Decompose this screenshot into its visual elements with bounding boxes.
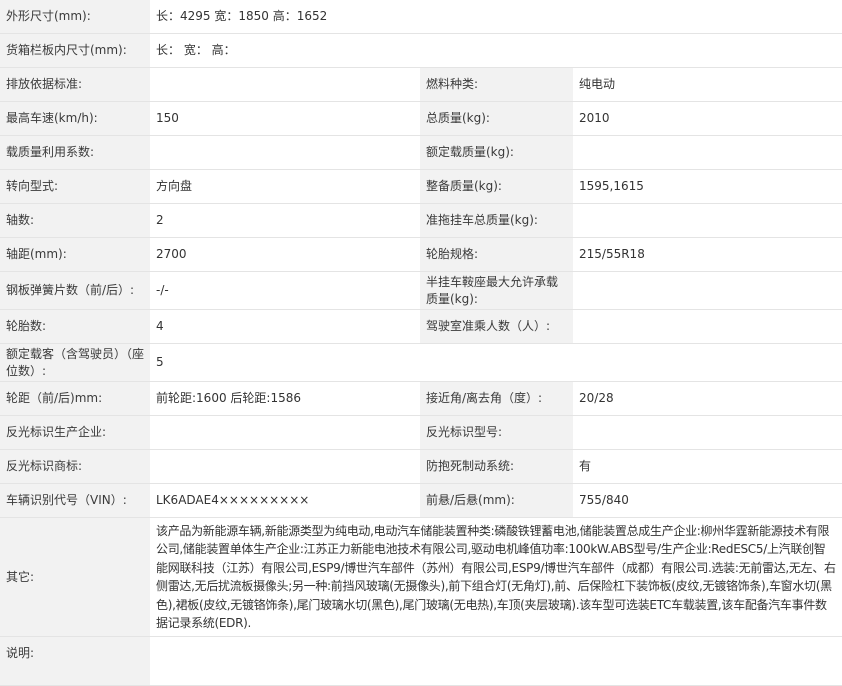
label-overall-dimensions: 外形尺寸(mm):	[0, 0, 150, 34]
label-emission-standard: 排放依据标准:	[0, 67, 150, 102]
value-steering-type: 方向盘	[150, 169, 420, 204]
table-row: 排放依据标准: 燃料种类: 纯电动	[0, 67, 842, 102]
value-total-mass: 2010	[573, 101, 842, 136]
label-axle-count: 轴数:	[0, 203, 150, 238]
value-abs: 有	[573, 449, 842, 484]
label-cab-occupants: 驾驶室准乘人数（人）:	[420, 309, 573, 344]
label-leaf-springs: 钢板弹簧片数（前/后）:	[0, 271, 150, 310]
label-load-utilization: 载质量利用系数:	[0, 135, 150, 170]
table-row: 转向型式: 方向盘 整备质量(kg): 1595,1615	[0, 169, 842, 204]
value-tire-count: 4	[150, 309, 420, 344]
label-abs: 防抱死制动系统:	[420, 449, 573, 484]
value-tire-spec: 215/55R18	[573, 237, 842, 272]
table-row: 最高车速(km/h): 150 总质量(kg): 2010	[0, 101, 842, 136]
value-rated-load	[573, 135, 842, 170]
value-rated-passengers: 5	[150, 343, 842, 382]
value-track-width: 前轮距:1600 后轮距:1586	[150, 381, 420, 416]
value-approach-departure-angle: 20/28	[573, 381, 842, 416]
vehicle-spec-table: 外形尺寸(mm): 长：4295 宽：1850 高：1652 货箱栏板内尺寸(m…	[0, 0, 842, 686]
table-row: 反光标识商标: 防抱死制动系统: 有	[0, 449, 842, 484]
value-reflective-manufacturer	[150, 415, 420, 450]
table-row: 外形尺寸(mm): 长：4295 宽：1850 高：1652	[0, 0, 842, 34]
value-curb-mass: 1595,1615	[573, 169, 842, 204]
label-rated-passengers: 额定载客（含驾驶员）（座位数）:	[0, 343, 150, 382]
label-reflective-trademark: 反光标识商标:	[0, 449, 150, 484]
label-steering-type: 转向型式:	[0, 169, 150, 204]
table-row: 其它: 该产品为新能源车辆,新能源类型为纯电动,电动汽车储能装置种类:磷酸铁锂蓄…	[0, 517, 842, 637]
label-reflective-model: 反光标识型号:	[420, 415, 573, 450]
label-max-speed: 最高车速(km/h):	[0, 101, 150, 136]
value-wheelbase: 2700	[150, 237, 420, 272]
value-trailer-mass	[573, 203, 842, 238]
table-row: 说明:	[0, 636, 842, 686]
label-curb-mass: 整备质量(kg):	[420, 169, 573, 204]
table-row: 轮距（前/后)mm: 前轮距:1600 后轮距:1586 接近角/离去角（度）:…	[0, 381, 842, 416]
value-reflective-trademark	[150, 449, 420, 484]
label-saddle-load: 半挂车鞍座最大允许承载质量(kg):	[420, 271, 573, 310]
value-fuel-type: 纯电动	[573, 67, 842, 102]
table-row: 货箱栏板内尺寸(mm): 长： 宽： 高：	[0, 33, 842, 68]
label-overhang: 前悬/后悬(mm):	[420, 483, 573, 518]
table-row: 轮胎数: 4 驾驶室准乘人数（人）:	[0, 309, 842, 344]
value-axle-count: 2	[150, 203, 420, 238]
label-cargo-box-dimensions: 货箱栏板内尺寸(mm):	[0, 33, 150, 68]
table-row: 钢板弹簧片数（前/后）: -/- 半挂车鞍座最大允许承载质量(kg):	[0, 271, 842, 310]
table-row: 轴数: 2 准拖挂车总质量(kg):	[0, 203, 842, 238]
value-overhang: 755/840	[573, 483, 842, 518]
label-total-mass: 总质量(kg):	[420, 101, 573, 136]
label-notes: 说明:	[0, 636, 150, 686]
label-track-width: 轮距（前/后)mm:	[0, 381, 150, 416]
value-overall-dimensions: 长：4295 宽：1850 高：1652	[150, 0, 842, 34]
value-max-speed: 150	[150, 101, 420, 136]
label-approach-departure-angle: 接近角/离去角（度）:	[420, 381, 573, 416]
value-reflective-model	[573, 415, 842, 450]
value-saddle-load	[573, 271, 842, 310]
value-vin: LK6ADAE4×××××××××	[150, 483, 420, 518]
label-tire-count: 轮胎数:	[0, 309, 150, 344]
label-other: 其它:	[0, 517, 150, 637]
table-row: 轴距(mm): 2700 轮胎规格: 215/55R18	[0, 237, 842, 272]
label-fuel-type: 燃料种类:	[420, 67, 573, 102]
label-tire-spec: 轮胎规格:	[420, 237, 573, 272]
label-reflective-manufacturer: 反光标识生产企业:	[0, 415, 150, 450]
label-wheelbase: 轴距(mm):	[0, 237, 150, 272]
table-row: 反光标识生产企业: 反光标识型号:	[0, 415, 842, 450]
value-leaf-springs: -/-	[150, 271, 420, 310]
table-row: 载质量利用系数: 额定载质量(kg):	[0, 135, 842, 170]
value-cab-occupants	[573, 309, 842, 344]
value-cargo-box-dimensions: 长： 宽： 高：	[150, 33, 842, 68]
value-notes	[150, 636, 842, 686]
label-trailer-mass: 准拖挂车总质量(kg):	[420, 203, 573, 238]
label-vin: 车辆识别代号（VIN）:	[0, 483, 150, 518]
value-load-utilization	[150, 135, 420, 170]
table-row: 额定载客（含驾驶员）（座位数）: 5	[0, 343, 842, 382]
table-row: 车辆识别代号（VIN）: LK6ADAE4××××××××× 前悬/后悬(mm)…	[0, 483, 842, 518]
label-rated-load: 额定载质量(kg):	[420, 135, 573, 170]
value-emission-standard	[150, 67, 420, 102]
value-other: 该产品为新能源车辆,新能源类型为纯电动,电动汽车储能装置种类:磷酸铁锂蓄电池,储…	[150, 517, 842, 637]
